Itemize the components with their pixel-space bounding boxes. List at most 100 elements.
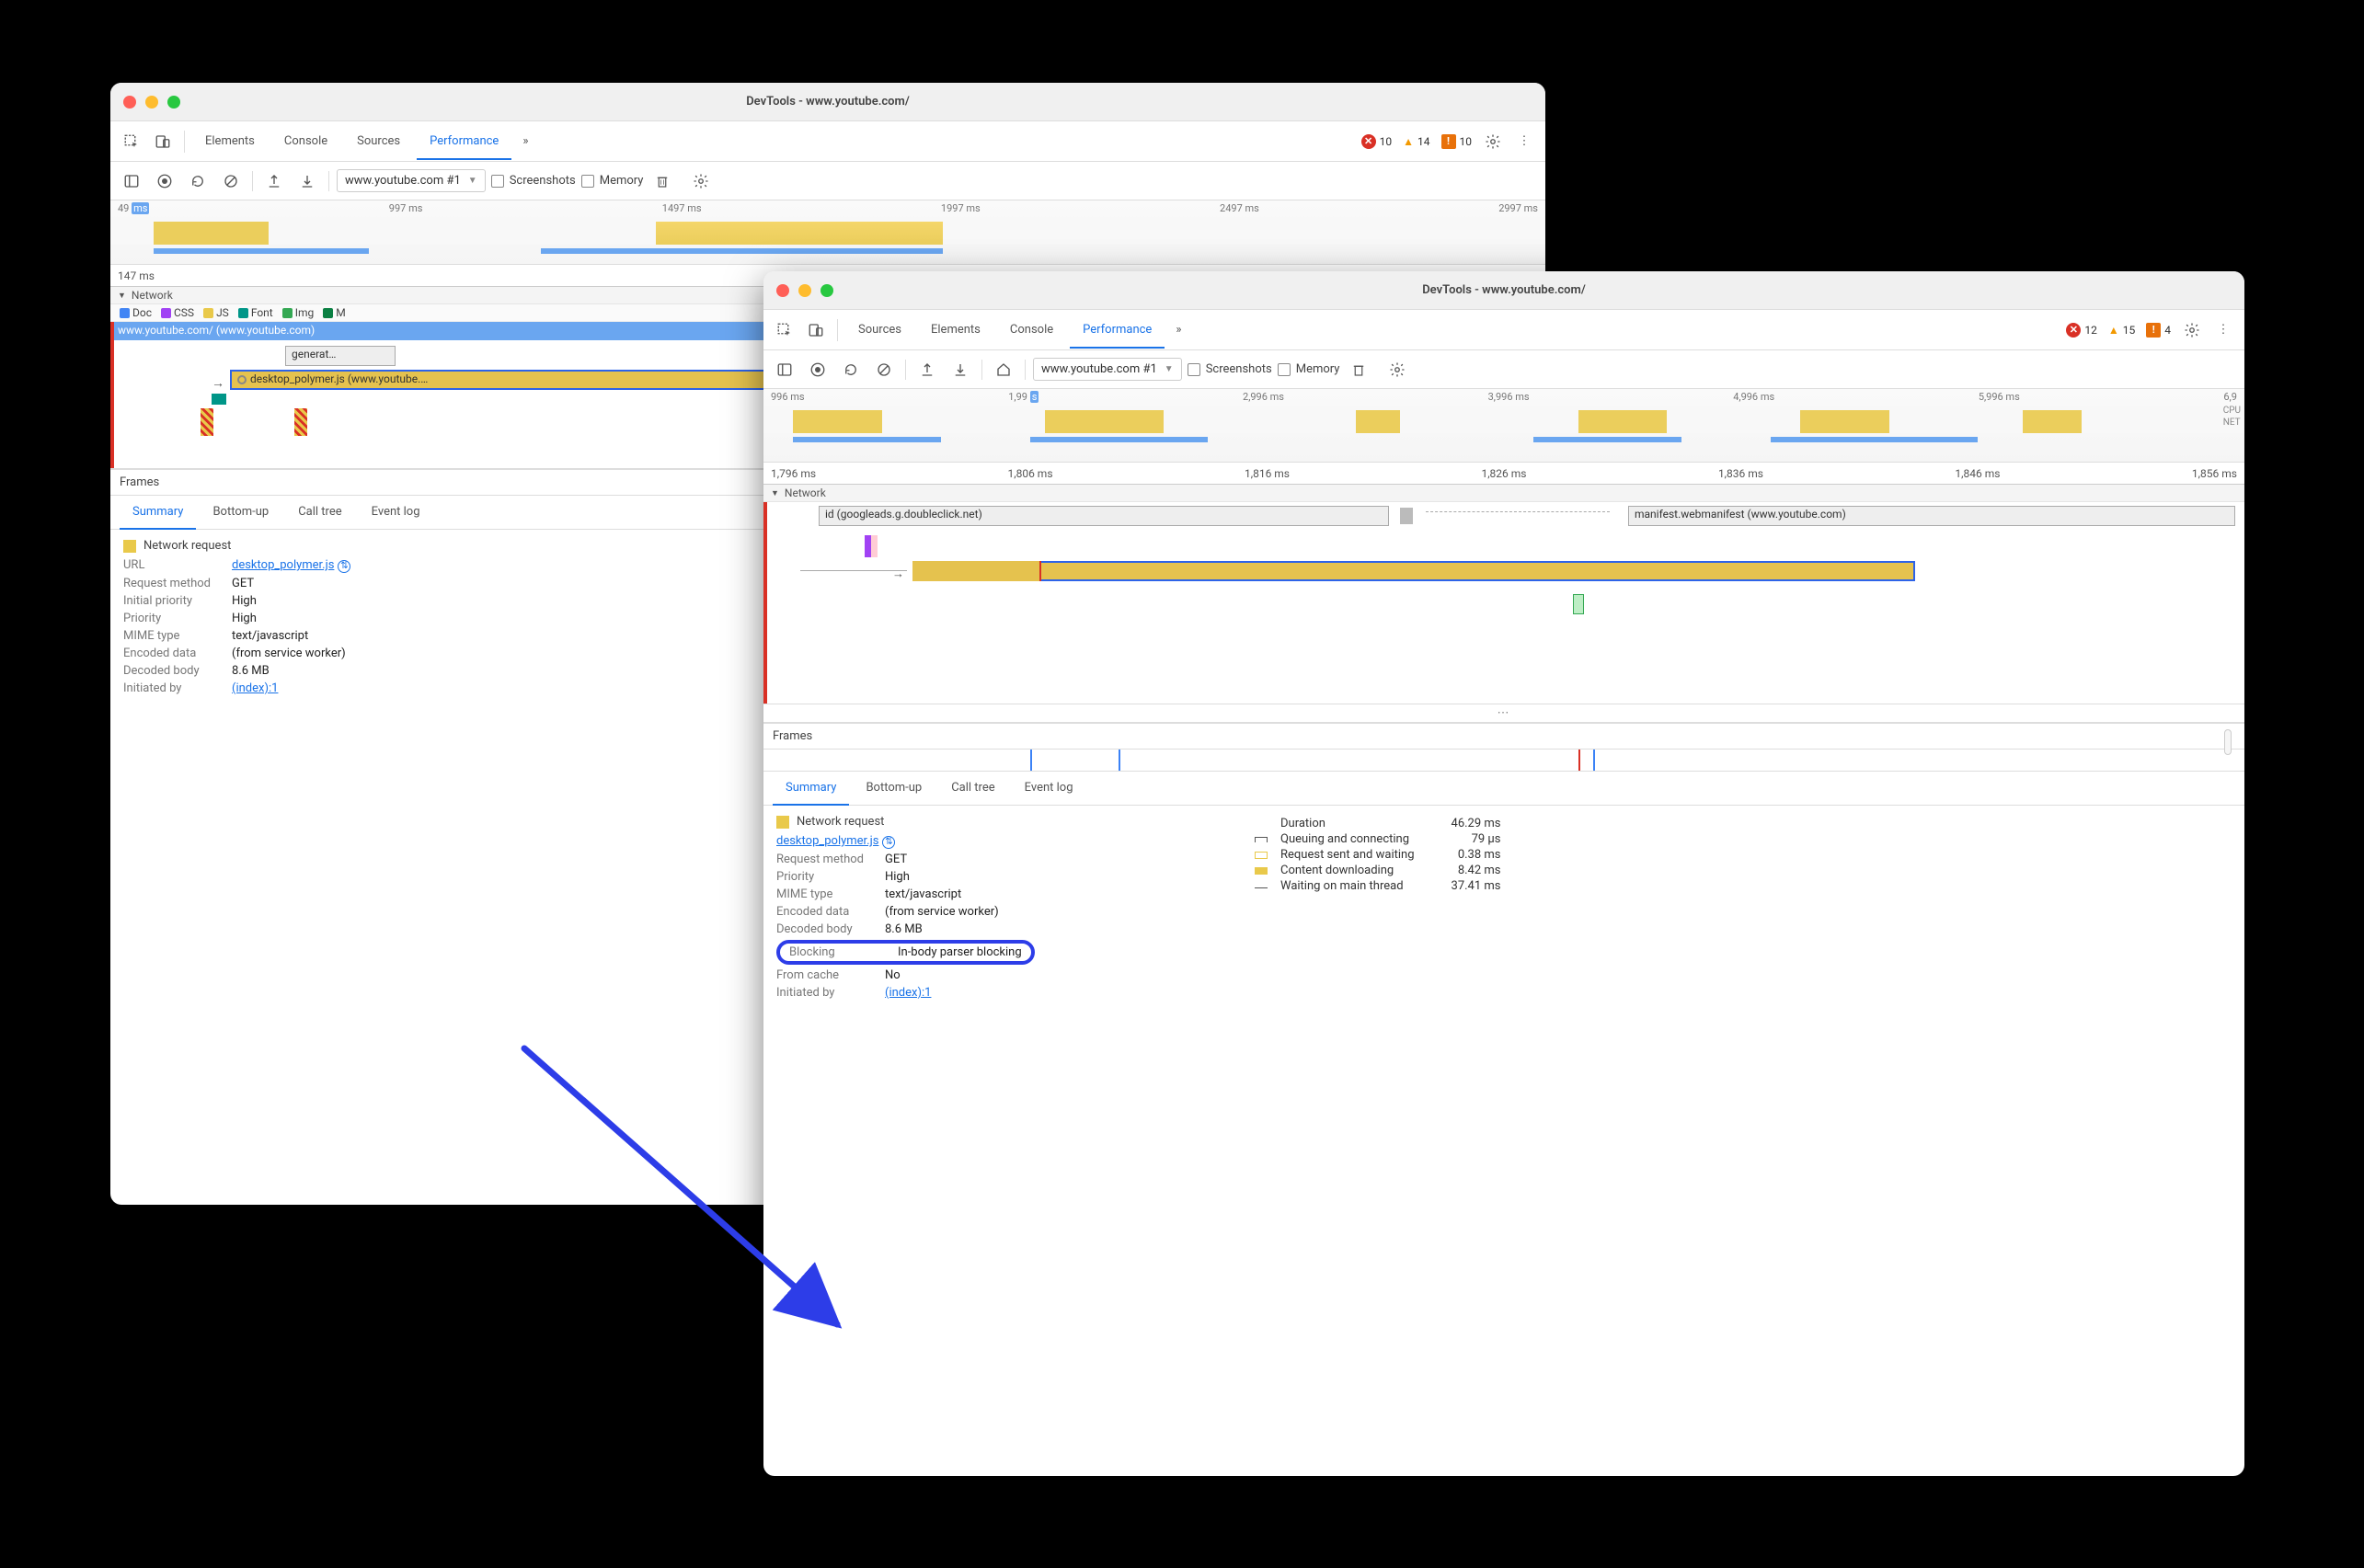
memory-toggle[interactable]: Memory xyxy=(1278,362,1340,376)
overview-strip[interactable]: 996 ms 1,99 s 2,996 ms 3,996 ms 4,996 ms… xyxy=(763,389,2244,463)
inspect-icon[interactable] xyxy=(771,316,798,344)
titlebar: DevTools - www.youtube.com/ xyxy=(110,83,1545,121)
device-icon[interactable] xyxy=(802,316,830,344)
recording-select[interactable]: www.youtube.com #1 ▼ xyxy=(337,169,486,192)
issue-count[interactable]: !10 xyxy=(1438,132,1476,151)
tab-bar: Elements Console Sources Performance » ✕… xyxy=(110,121,1545,162)
tab-sources[interactable]: Sources xyxy=(344,124,413,160)
warning-count[interactable]: ▲15 xyxy=(2105,322,2139,338)
network-bar-selected[interactable]: desktop_p… xyxy=(912,561,1915,581)
error-count[interactable]: ✕10 xyxy=(1358,132,1396,151)
summary-heading: Network request xyxy=(797,815,884,829)
tab-call-tree[interactable]: Call tree xyxy=(938,772,1007,806)
network-bar[interactable]: manifest.webmanifest (www.youtube.com) xyxy=(1628,506,2235,526)
clear-icon[interactable] xyxy=(870,356,898,383)
more-icon[interactable]: ⋮ xyxy=(1510,128,1538,155)
tab-bottom-up[interactable]: Bottom-up xyxy=(853,772,935,806)
settings-icon[interactable] xyxy=(1383,356,1411,383)
tab-performance[interactable]: Performance xyxy=(417,124,511,160)
upload-icon[interactable] xyxy=(260,167,288,195)
tab-summary[interactable]: Summary xyxy=(773,772,849,806)
settings-icon[interactable] xyxy=(687,167,715,195)
tab-console[interactable]: Console xyxy=(271,124,340,160)
performance-toolbar: www.youtube.com #1 ▼ Screenshots Memory xyxy=(110,162,1545,200)
tab-sources[interactable]: Sources xyxy=(845,313,914,349)
label-initiated-by: Initiated by xyxy=(776,986,878,1000)
tick: 1497 ms xyxy=(662,202,702,214)
inspect-icon[interactable] xyxy=(118,128,145,155)
tab-call-tree[interactable]: Call tree xyxy=(285,496,354,530)
warning-count[interactable]: ▲14 xyxy=(1399,133,1433,150)
chevron-down-icon: ▼ xyxy=(1165,364,1174,374)
devtools-window-b: DevTools - www.youtube.com/ Sources Elem… xyxy=(763,271,2244,1476)
frames-header[interactable]: Frames xyxy=(763,723,2244,750)
issue-count[interactable]: !4 xyxy=(2142,321,2175,339)
network-bar[interactable]: generat… xyxy=(285,346,396,366)
minimize-icon[interactable] xyxy=(798,284,811,297)
summary-heading: Network request xyxy=(143,539,231,553)
screenshots-toggle[interactable]: Screenshots xyxy=(1188,362,1272,376)
clear-icon[interactable] xyxy=(217,167,245,195)
zoom-icon[interactable] xyxy=(821,284,833,297)
performance-toolbar: www.youtube.com #1 ▼ Screenshots Memory xyxy=(763,350,2244,389)
close-icon[interactable] xyxy=(123,96,136,109)
recording-select[interactable]: www.youtube.com #1 ▼ xyxy=(1033,358,1182,381)
network-group-header[interactable]: ▼Network xyxy=(763,485,2244,502)
details-tabs: Summary Bottom-up Call tree Event log xyxy=(763,772,2244,806)
screenshots-toggle[interactable]: Screenshots xyxy=(491,174,576,188)
tab-event-log[interactable]: Event log xyxy=(1012,772,1086,806)
gc-icon[interactable] xyxy=(648,167,676,195)
tab-elements[interactable]: Elements xyxy=(918,313,993,349)
traffic-lights xyxy=(776,284,833,297)
initiator-link[interactable]: (index):1 xyxy=(232,681,278,695)
tab-elements[interactable]: Elements xyxy=(192,124,268,160)
reload-icon[interactable] xyxy=(184,167,212,195)
more-tabs-icon[interactable]: » xyxy=(515,129,535,154)
upload-icon[interactable] xyxy=(913,356,941,383)
initiator-icon: ⇅ xyxy=(338,560,350,573)
gc-icon[interactable] xyxy=(1345,356,1372,383)
memory-toggle[interactable]: Memory xyxy=(581,174,644,188)
marker-icon xyxy=(912,561,1041,581)
tab-console[interactable]: Console xyxy=(997,313,1066,349)
tick: 2997 ms xyxy=(1498,202,1538,214)
tick: 1997 ms xyxy=(941,202,981,214)
minimize-icon[interactable] xyxy=(145,96,158,109)
marker-icon xyxy=(1573,594,1584,614)
network-bar[interactable]: id (googleads.g.doubleclick.net) xyxy=(819,506,1389,526)
tab-event-log[interactable]: Event log xyxy=(359,496,433,530)
more-tabs-icon[interactable]: » xyxy=(1168,317,1188,342)
recording-select-label: www.youtube.com #1 xyxy=(1041,362,1157,376)
sidebar-toggle-icon[interactable] xyxy=(118,167,145,195)
tab-performance[interactable]: Performance xyxy=(1070,313,1165,349)
frames-strip[interactable] xyxy=(763,750,2244,772)
sidebar-toggle-icon[interactable] xyxy=(771,356,798,383)
zoom-icon[interactable] xyxy=(167,96,180,109)
highlight-annotation: BlockingIn-body parser blocking xyxy=(776,940,1035,965)
error-count[interactable]: ✕12 xyxy=(2062,321,2101,339)
url-link[interactable]: desktop_polymer.js⇅ xyxy=(232,558,350,573)
download-icon[interactable] xyxy=(293,167,321,195)
marker-icon xyxy=(212,394,226,405)
record-icon[interactable] xyxy=(151,167,178,195)
url-link[interactable]: desktop_polymer.js⇅ xyxy=(776,834,895,849)
close-icon[interactable] xyxy=(776,284,789,297)
reload-icon[interactable] xyxy=(837,356,865,383)
more-icon[interactable]: ⋮ xyxy=(2209,316,2237,344)
cpu-label: CPU xyxy=(2223,406,2241,416)
record-icon[interactable] xyxy=(804,356,832,383)
flame-chart[interactable]: id (googleads.g.doubleclick.net) manifes… xyxy=(763,502,2244,704)
tab-summary[interactable]: Summary xyxy=(120,496,196,530)
initiator-link[interactable]: (index):1 xyxy=(885,986,931,1000)
tab-bottom-up[interactable]: Bottom-up xyxy=(200,496,281,530)
download-icon[interactable] xyxy=(947,356,974,383)
home-icon[interactable] xyxy=(990,356,1017,383)
window-title: DevTools - www.youtube.com/ xyxy=(763,283,2244,297)
section-collapse[interactable]: ⋯ xyxy=(763,704,2244,723)
chevron-down-icon: ▼ xyxy=(468,176,477,186)
overview-strip[interactable]: 49 ms 997 ms 1497 ms 1997 ms 2497 ms 299… xyxy=(110,200,1545,265)
settings-icon[interactable] xyxy=(1479,128,1507,155)
settings-icon[interactable] xyxy=(2178,316,2206,344)
summary-panel: Network request desktop_polymer.js⇅ Requ… xyxy=(763,806,2244,1013)
device-icon[interactable] xyxy=(149,128,177,155)
